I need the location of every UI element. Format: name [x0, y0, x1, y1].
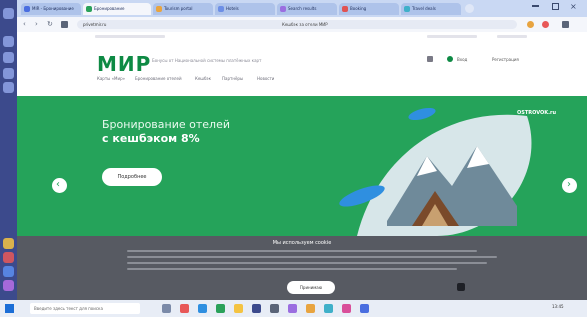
- back-icon[interactable]: ‹: [23, 20, 26, 29]
- nav-item[interactable]: Карты «Мир»: [97, 76, 125, 81]
- app-icon[interactable]: [270, 304, 279, 313]
- extension-icon[interactable]: [3, 266, 14, 277]
- favicon-icon: [24, 6, 30, 12]
- app-icon[interactable]: [198, 304, 207, 313]
- settings-icon[interactable]: [562, 21, 569, 28]
- extension-icon[interactable]: [527, 21, 534, 28]
- nav-item[interactable]: Кешбэк: [195, 76, 211, 81]
- browser-tab[interactable]: Hotels: [215, 3, 275, 15]
- minimize-icon[interactable]: [532, 5, 539, 7]
- maximize-icon[interactable]: [552, 3, 559, 10]
- cookie-text-line: [127, 262, 487, 264]
- history-icon[interactable]: [3, 52, 14, 63]
- windows-taskbar: Введите здесь текст для поиска 13:45: [0, 300, 587, 317]
- close-icon[interactable]: ×: [570, 2, 577, 12]
- site-tagline: Бонусы от Национальной системы платёжных…: [152, 58, 262, 63]
- home-icon[interactable]: [61, 21, 68, 28]
- topbar-link[interactable]: [427, 35, 477, 38]
- browser-tab[interactable]: Travel deals: [401, 3, 461, 15]
- app-icon[interactable]: [324, 304, 333, 313]
- taskbar-search[interactable]: Введите здесь текст для поиска: [30, 303, 140, 314]
- partner-logo[interactable]: OSTROVOK.ru: [517, 110, 556, 116]
- cookie-accept-button[interactable]: Принимаю: [287, 281, 335, 294]
- favicon-icon: [156, 6, 162, 12]
- url-text: privetmir.ru: [83, 22, 107, 27]
- topbar-link[interactable]: [95, 35, 165, 38]
- start-icon[interactable]: [5, 304, 14, 313]
- nav-item[interactable]: Новости: [257, 76, 274, 81]
- banner-title: Бронирование отелей: [102, 118, 230, 131]
- next-slide-button[interactable]: ›: [562, 178, 577, 193]
- favicon-icon: [86, 6, 92, 12]
- banner-more-button[interactable]: Подробнее: [102, 168, 162, 186]
- cookie-text-line: [127, 268, 457, 270]
- browser-tab[interactable]: Search results: [277, 3, 337, 15]
- chevron-left-icon: ‹: [56, 179, 60, 190]
- app-icon[interactable]: [216, 304, 225, 313]
- leaf-decoration: [408, 107, 436, 121]
- page-header-text: Кешбэк за отели МИР: [282, 22, 328, 27]
- toolbar: ‹ › ↻ privetmir.ru Кешбэк за отели МИР: [17, 17, 587, 32]
- chat-icon[interactable]: [457, 283, 465, 291]
- nav-item[interactable]: Бронирование отелей: [135, 76, 182, 81]
- site-header: МИР Бонусы от Национальной системы платё…: [17, 42, 587, 76]
- taskbar-search-placeholder: Введите здесь текст для поиска: [34, 306, 103, 311]
- web-page: МИР Бонусы от Национальной системы платё…: [17, 32, 587, 300]
- browser-tab-active[interactable]: Бронирование: [83, 3, 151, 15]
- downloads-icon[interactable]: [3, 68, 14, 79]
- reload-icon[interactable]: ↻: [47, 20, 53, 29]
- profile-icon[interactable]: [542, 21, 549, 28]
- bookmark-icon[interactable]: [3, 36, 14, 47]
- favicon-icon: [280, 6, 286, 12]
- site-nav: Карты «Мир» Бронирование отелей Кешбэк П…: [17, 72, 587, 84]
- task-view-icon[interactable]: [162, 304, 171, 313]
- nav-item[interactable]: Партнёры: [222, 76, 243, 81]
- tab-bar: MIR - Бронирование Бронирование Tourism …: [17, 0, 587, 17]
- extension-icon[interactable]: [3, 252, 14, 263]
- app-icon[interactable]: [342, 304, 351, 313]
- new-tab-icon[interactable]: [465, 4, 474, 13]
- clock[interactable]: 13:45: [552, 304, 564, 309]
- app-icon[interactable]: [288, 304, 297, 313]
- chevron-right-icon: ›: [567, 179, 571, 190]
- user-icon[interactable]: [447, 56, 453, 62]
- cookie-text-line: [127, 250, 477, 252]
- extension-icon[interactable]: [3, 280, 14, 291]
- cookie-title: Мы используем cookie: [272, 240, 332, 246]
- app-icon[interactable]: [306, 304, 315, 313]
- extension-icon[interactable]: [3, 238, 14, 249]
- site-topbar: [17, 32, 587, 42]
- prev-slide-button[interactable]: ‹: [52, 178, 67, 193]
- banner-subtitle: с кешбэком 8%: [102, 132, 200, 145]
- menu-icon[interactable]: [3, 8, 14, 19]
- browser-tab[interactable]: MIR - Бронирование: [21, 3, 81, 15]
- app-icon[interactable]: [234, 304, 243, 313]
- cookie-text-line: [127, 256, 497, 258]
- app-sidebar: [0, 0, 17, 300]
- search-icon[interactable]: [427, 56, 433, 62]
- browser-tab[interactable]: Tourism portal: [153, 3, 213, 15]
- browser-tab[interactable]: Booking: [339, 3, 399, 15]
- forward-icon[interactable]: ›: [35, 20, 38, 29]
- topbar-link[interactable]: [497, 35, 527, 38]
- app-icon[interactable]: [180, 304, 189, 313]
- app-icon[interactable]: [360, 304, 369, 313]
- favicon-icon: [218, 6, 224, 12]
- app-icon[interactable]: [252, 304, 261, 313]
- favicon-icon: [404, 6, 410, 12]
- register-link[interactable]: Регистрация: [492, 57, 519, 62]
- cookie-banner: Мы используем cookie Принимаю: [17, 236, 587, 300]
- login-link[interactable]: Вход: [457, 57, 467, 62]
- notes-icon[interactable]: [3, 82, 14, 93]
- mountain-illustration: [339, 107, 532, 236]
- favicon-icon: [342, 6, 348, 12]
